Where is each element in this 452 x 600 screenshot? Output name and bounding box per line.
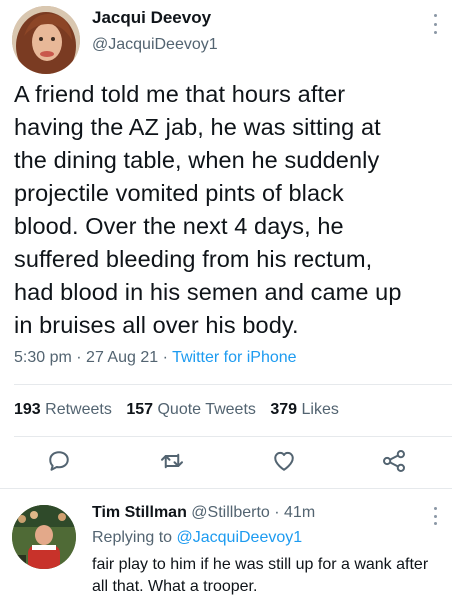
quotes-label: Quote Tweets (157, 401, 256, 418)
meta-separator: · (162, 349, 173, 366)
share-icon[interactable] (379, 446, 409, 476)
tweet-actions (0, 446, 452, 480)
tweet-meta: 5:30 pm · 27 Aug 21 · Twitter for iPhone (14, 349, 297, 367)
retweets-label: Retweets (45, 401, 112, 418)
likes-label: Likes (301, 401, 339, 418)
reply-text: fair play to him if he was still up for … (92, 556, 429, 595)
reply-author-handle[interactable]: @Stillberto (191, 504, 270, 521)
reply-author-avatar[interactable] (12, 505, 76, 569)
tweet-text: A friend told me that hours after having… (14, 81, 402, 338)
replying-prefix: Replying to (92, 529, 173, 546)
reply-icon[interactable] (44, 446, 74, 476)
quotes-stat[interactable]: 157 Quote Tweets (126, 401, 256, 418)
replying-to: Replying to @JacquiDeevoy1 (92, 529, 302, 547)
quotes-count: 157 (126, 401, 154, 418)
author-name[interactable]: Jacqui Deevoy (92, 8, 211, 28)
meta-separator: · (274, 504, 285, 521)
reply-author-name[interactable]: Tim Stillman (92, 504, 187, 521)
like-icon[interactable] (269, 446, 299, 476)
retweets-count: 193 (14, 401, 41, 418)
retweets-stat[interactable]: 193 Retweets (14, 401, 112, 418)
author-avatar[interactable] (12, 6, 80, 74)
likes-stat[interactable]: 379 Likes (270, 401, 339, 418)
author-handle[interactable]: @JacquiDeevoy1 (92, 36, 218, 54)
tweet-source[interactable]: Twitter for iPhone (172, 349, 297, 366)
reply-age[interactable]: 41m (284, 504, 315, 521)
divider (14, 436, 452, 437)
reply-header: Tim Stillman @Stillberto · 41m (92, 504, 315, 522)
reply-tweet[interactable]: Tim Stillman @Stillberto · 41m Replying … (0, 489, 452, 600)
tweet-time[interactable]: 5:30 pm (14, 349, 72, 366)
avatar-image (12, 6, 80, 74)
likes-count: 379 (270, 401, 298, 418)
replying-mention[interactable]: @JacquiDeevoy1 (177, 529, 303, 546)
retweet-icon[interactable] (157, 446, 187, 476)
tweet-date[interactable]: 27 Aug 21 (86, 349, 158, 366)
more-options-icon[interactable] (432, 14, 438, 34)
meta-separator: · (76, 349, 87, 366)
reply-avatar-image (12, 505, 76, 569)
divider (14, 384, 452, 385)
engagement-stats: 193 Retweets 157 Quote Tweets 379 Likes (14, 401, 339, 419)
reply-more-options-icon[interactable] (432, 507, 438, 525)
